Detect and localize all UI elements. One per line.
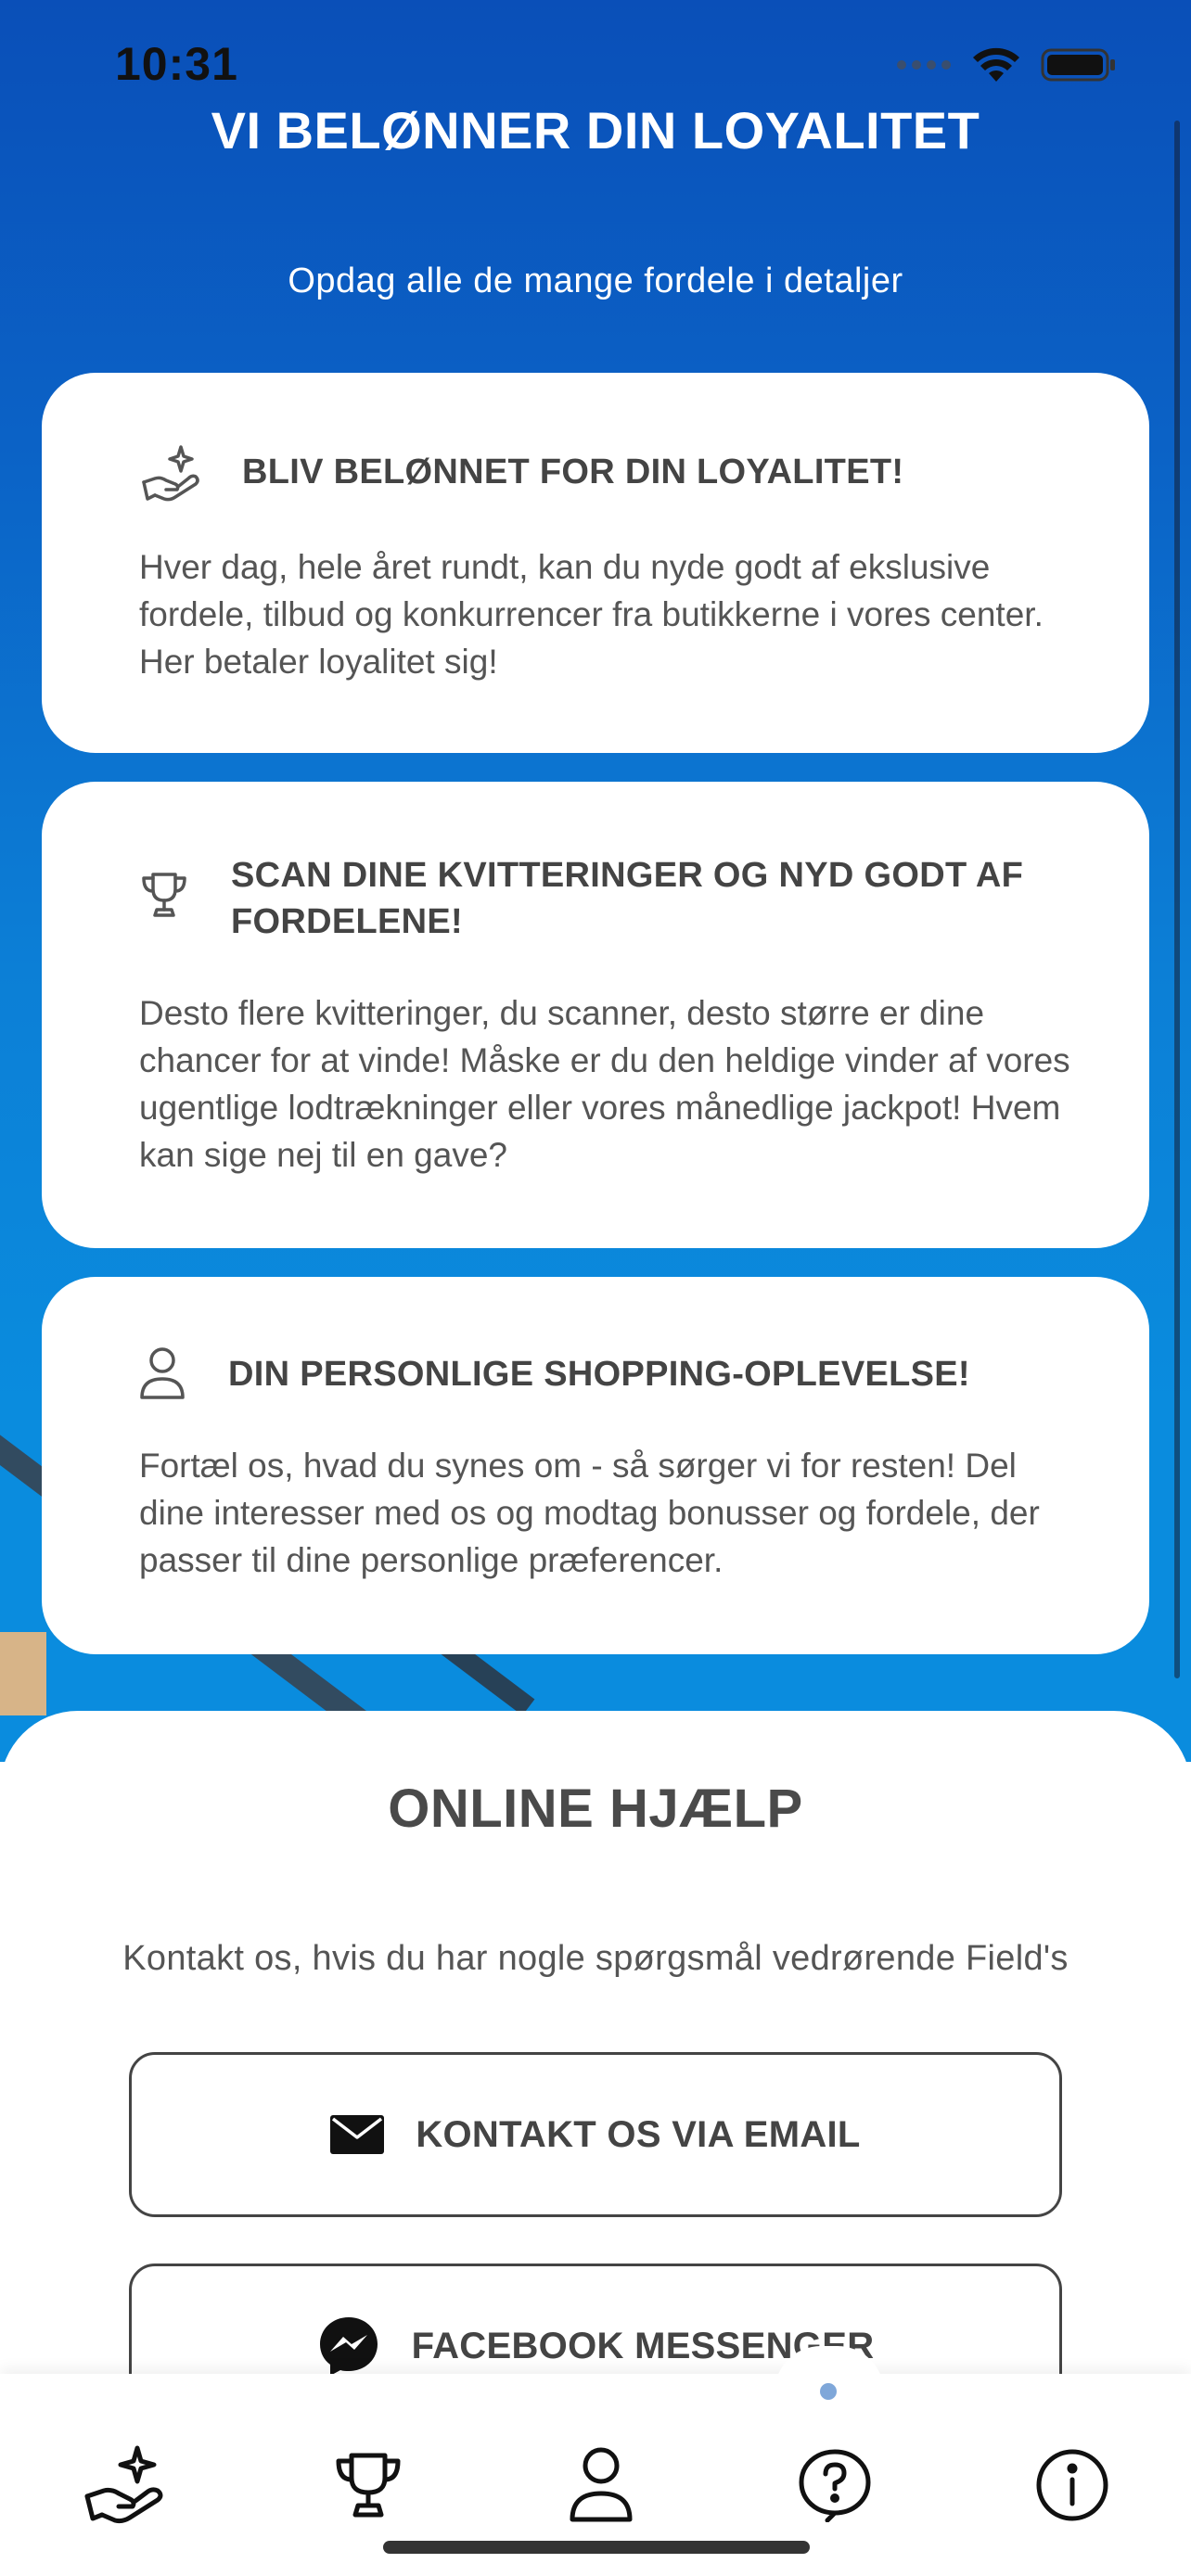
tab-help[interactable]: [788, 2439, 881, 2531]
battery-icon: [1041, 48, 1115, 82]
help-icon: [799, 2449, 871, 2522]
messenger-icon: [319, 2317, 378, 2376]
card-title: DIN PERSONLIGE SHOPPING-OPLEVELSE!: [228, 1355, 970, 1394]
help-title: ONLINE HJÆLP: [388, 1779, 803, 1839]
signal-icon: [897, 60, 951, 70]
benefit-card-loyalty: BLIV BELØNNET FOR DIN LOYALITET! Hver da…: [42, 373, 1149, 753]
hand-sparkle-icon: [138, 441, 203, 511]
contact-email-label: KONTAKT OS VIA EMAIL: [416, 2113, 861, 2155]
scroll-indicator[interactable]: [1174, 121, 1180, 1678]
home-indicator[interactable]: [383, 2541, 810, 2554]
page-title: VI BELØNNER DIN LOYALITET: [211, 101, 980, 159]
card-title: BLIV BELØNNET FOR DIN LOYALITET!: [242, 453, 904, 491]
wifi-icon: [973, 47, 1019, 82]
help-subtitle: Kontakt os, hvis du har nogle spørgsmål …: [122, 1939, 1069, 1978]
trophy-icon: [138, 869, 190, 925]
status-time: 10:31: [115, 38, 238, 90]
card-body: Desto flere kvitteringer, du scanner, de…: [139, 994, 1070, 1174]
hand-sparkle-icon: [84, 2445, 163, 2524]
card-title: SCAN DINE KVITTERINGER OG NYD GODT AF FO…: [231, 856, 1024, 941]
background-box: [0, 1632, 46, 1715]
card-body: Hver dag, hele året rundt, kan du nyde g…: [139, 548, 1044, 681]
tab-rewards[interactable]: [78, 2439, 171, 2531]
status-icons: [896, 46, 1117, 83]
page-subtitle: Opdag alle de mange fordele i detaljer: [288, 261, 903, 300]
user-icon: [570, 2447, 633, 2522]
contact-email-button[interactable]: KONTAKT OS VIA EMAIL: [129, 2052, 1062, 2217]
benefit-card-scan: SCAN DINE KVITTERINGER OG NYD GODT AF FO…: [42, 782, 1149, 1248]
envelope-icon: [330, 2115, 385, 2154]
tab-info[interactable]: [1026, 2439, 1119, 2531]
card-body: Fortæl os, hvad du synes om - så sørger …: [139, 1447, 1040, 1579]
trophy-icon: [336, 2453, 401, 2518]
tab-trophy[interactable]: [322, 2439, 415, 2531]
info-icon: [1036, 2449, 1108, 2521]
benefit-card-personal: DIN PERSONLIGE SHOPPING-OPLEVELSE! Fortæ…: [42, 1277, 1149, 1654]
tab-profile[interactable]: [555, 2439, 647, 2531]
tab-active-indicator: [820, 2383, 837, 2400]
user-icon: [138, 1345, 186, 1406]
